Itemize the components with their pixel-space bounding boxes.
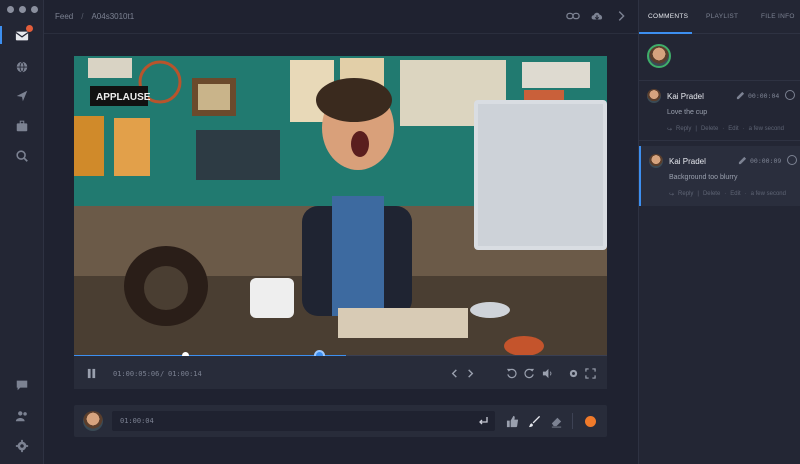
action-separator: | xyxy=(695,126,697,132)
comment-item[interactable]: Kai Pradel 00:00:09 Background too blurr… xyxy=(639,146,800,206)
divider xyxy=(572,413,573,429)
avatar xyxy=(83,411,103,431)
comment-composer: 01:00:04 xyxy=(74,405,607,437)
chat-icon[interactable] xyxy=(14,377,30,393)
delete-link[interactable]: Delete xyxy=(701,126,718,133)
comment-actions: ↪ Reply | Delete · Edit · a few second xyxy=(667,126,784,133)
thumbs-up-icon[interactable] xyxy=(505,414,519,428)
globe-icon[interactable] xyxy=(14,59,30,75)
gear-icon[interactable] xyxy=(567,367,579,379)
pause-button[interactable] xyxy=(85,367,97,379)
comment-item[interactable]: Kai Pradel 00:00:04 Love the cup ↪ Reply… xyxy=(639,81,800,141)
forward-icon[interactable] xyxy=(523,367,535,379)
active-tab-indicator xyxy=(639,32,692,34)
comment-author: Kai Pradel xyxy=(667,92,704,101)
breadcrumb-current: A04s3010t1 xyxy=(91,12,135,21)
eraser-icon[interactable] xyxy=(549,414,563,428)
minimize-window-button[interactable] xyxy=(19,6,26,13)
comment-timecode: 01:00:04 xyxy=(120,417,154,425)
avatar xyxy=(649,154,663,168)
next-frame-button[interactable] xyxy=(464,367,476,379)
video-still: APPLAUSE xyxy=(74,56,607,356)
inbox-icon[interactable] xyxy=(14,25,33,44)
breadcrumb-separator: / xyxy=(81,12,84,21)
window-controls xyxy=(7,6,38,13)
panel-tabs: COMMENTS PLAYLIST FILE INFO xyxy=(639,0,800,34)
avatar[interactable] xyxy=(647,44,671,68)
close-window-button[interactable] xyxy=(7,6,14,13)
comment-timecode[interactable]: 00:00:09 xyxy=(750,157,781,165)
avatar xyxy=(647,89,661,103)
current-timecode: 01:00:05:06 xyxy=(113,370,160,378)
tab-comments[interactable]: COMMENTS xyxy=(648,13,688,20)
comment-input[interactable]: 01:00:04 xyxy=(112,411,495,431)
top-bar: Feed / A04s3010t1 xyxy=(44,0,638,34)
search-icon[interactable] xyxy=(14,148,30,164)
resolve-checkbox[interactable] xyxy=(787,155,797,165)
action-separator: | xyxy=(697,191,699,197)
action-separator: · xyxy=(722,126,725,132)
brush-icon[interactable] xyxy=(527,414,541,428)
pencil-icon[interactable] xyxy=(738,156,747,165)
svg-text:APPLAUSE: APPLAUSE xyxy=(96,92,151,103)
gear-icon[interactable] xyxy=(14,438,30,454)
comment-age: a few second xyxy=(750,191,786,197)
reply-link[interactable]: Reply xyxy=(678,191,693,198)
tab-playlist[interactable]: PLAYLIST xyxy=(706,13,738,20)
reply-icon[interactable]: ↪ xyxy=(667,126,672,133)
active-indicator xyxy=(0,26,2,44)
link-icon[interactable] xyxy=(566,9,580,23)
action-separator: · xyxy=(742,126,745,132)
chevron-right-icon[interactable] xyxy=(614,9,628,23)
maximize-window-button[interactable] xyxy=(31,6,38,13)
enter-icon[interactable] xyxy=(477,415,489,427)
comment-text: Background too blurry xyxy=(669,174,738,181)
comment-author: Kai Pradel xyxy=(669,157,706,166)
record-button[interactable] xyxy=(585,416,596,427)
reply-link[interactable]: Reply xyxy=(676,126,691,133)
users-icon[interactable] xyxy=(14,408,30,424)
rewind-icon[interactable] xyxy=(505,367,517,379)
comment-text: Love the cup xyxy=(667,109,708,116)
breadcrumb: Feed / A04s3010t1 xyxy=(55,12,134,21)
action-separator: · xyxy=(744,191,747,197)
divider xyxy=(639,140,800,141)
send-icon[interactable] xyxy=(14,88,30,104)
previous-frame-button[interactable] xyxy=(448,367,460,379)
player-controls: 01:00:05:06 / 01:00:14 xyxy=(74,356,607,389)
briefcase-icon[interactable] xyxy=(14,118,30,134)
volume-icon[interactable] xyxy=(541,367,553,379)
app-sidebar xyxy=(0,0,44,464)
resolve-checkbox[interactable] xyxy=(785,90,795,100)
delete-link[interactable]: Delete xyxy=(703,191,720,198)
tab-file-info[interactable]: FILE INFO xyxy=(761,13,795,20)
video-frame[interactable]: APPLAUSE xyxy=(74,56,607,356)
comment-actions: ↪ Reply | Delete · Edit · a few second xyxy=(669,191,786,198)
comment-timecode[interactable]: 00:00:04 xyxy=(748,92,779,100)
edit-link[interactable]: Edit xyxy=(728,126,738,133)
main-area: Feed / A04s3010t1 APPLAUSE 01:00:05:06 /… xyxy=(44,0,638,464)
pencil-icon[interactable] xyxy=(736,91,745,100)
reply-icon[interactable]: ↪ xyxy=(669,191,674,198)
timecode-separator: / xyxy=(160,370,165,378)
breadcrumb-root[interactable]: Feed xyxy=(55,12,73,21)
cloud-download-icon[interactable] xyxy=(590,9,604,23)
comments-panel: COMMENTS PLAYLIST FILE INFO Kai Pradel 0… xyxy=(638,0,800,464)
duration-timecode: 01:00:14 xyxy=(168,370,202,378)
fullscreen-icon[interactable] xyxy=(584,367,596,379)
notification-dot xyxy=(26,25,33,32)
action-separator: · xyxy=(724,191,727,197)
edit-link[interactable]: Edit xyxy=(730,191,740,198)
video-player: APPLAUSE 01:00:05:06 / 01:00:14 xyxy=(74,56,607,389)
comment-age: a few second xyxy=(748,126,784,132)
